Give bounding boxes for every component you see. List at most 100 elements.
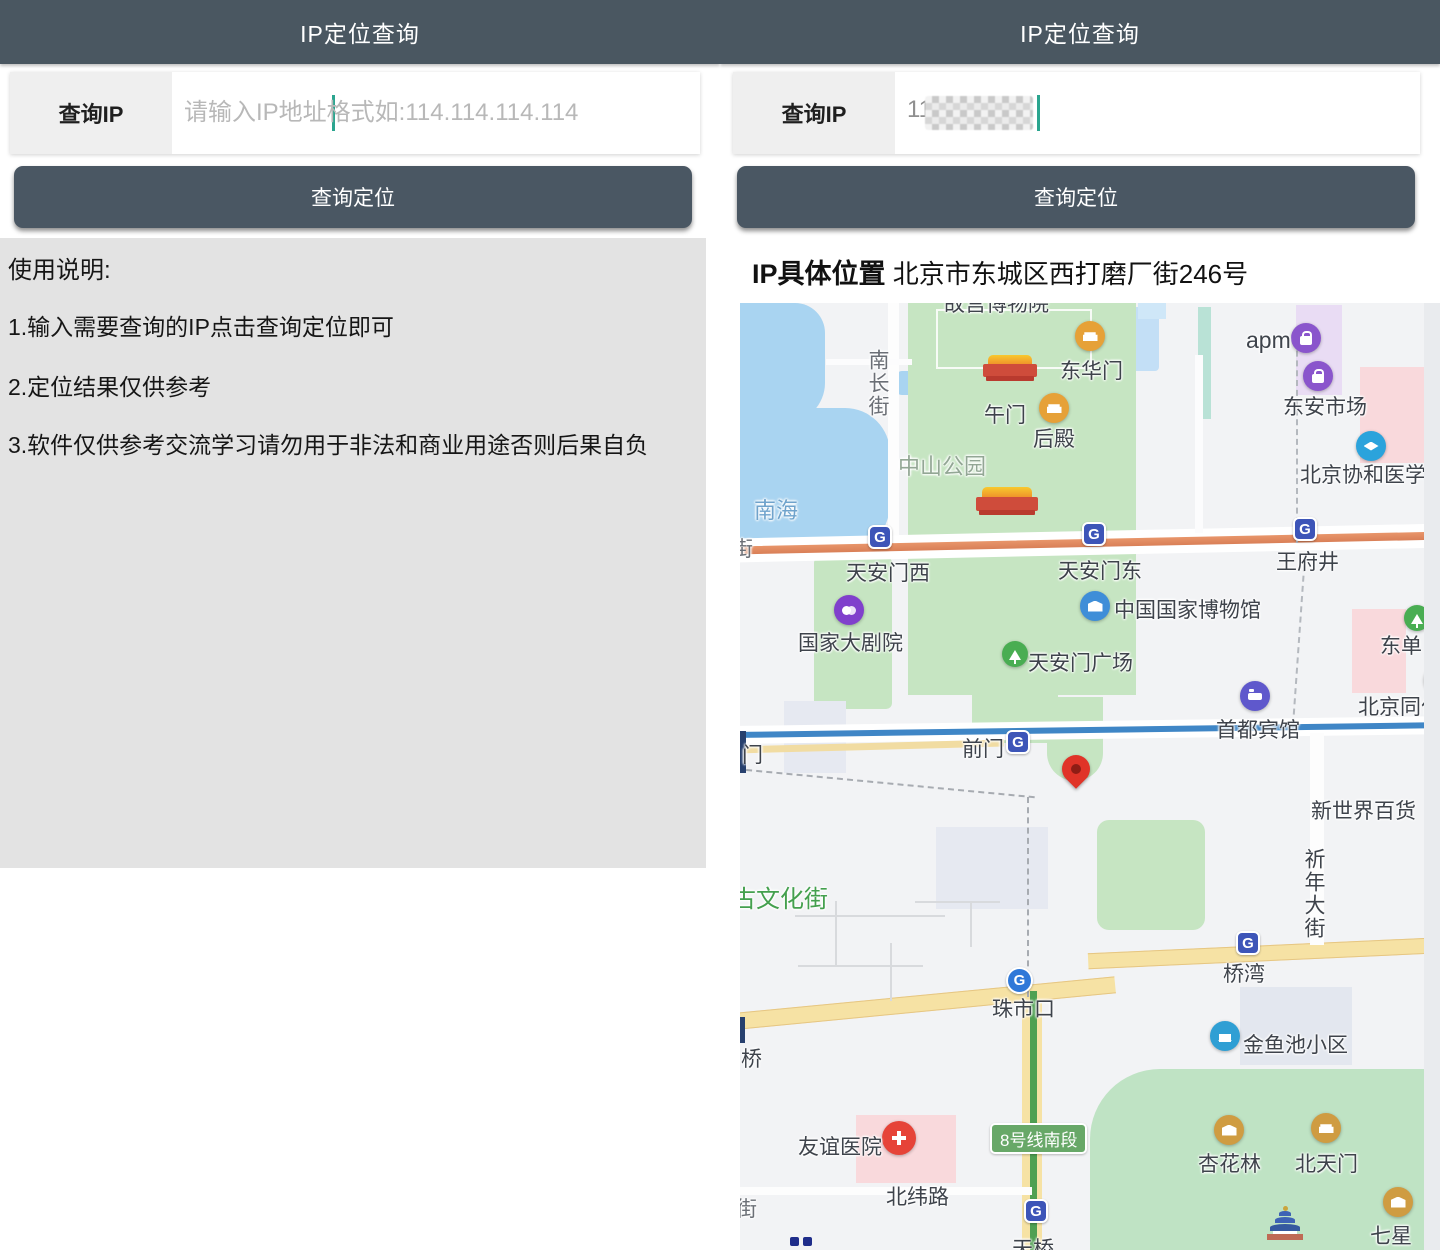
national-museum-icon	[1080, 591, 1110, 621]
capital-hotel-bed-icon	[1240, 681, 1270, 711]
map-label-street-partial-2: 街	[740, 1193, 757, 1223]
blurred-ip-value	[925, 96, 1033, 130]
hutong-line	[835, 901, 837, 965]
map-label-jinyuchi: 金鱼池小区	[1243, 1029, 1348, 1059]
hutong-line	[798, 965, 923, 967]
tiananmen-square-tree-icon	[1002, 641, 1028, 667]
map-label-donghuamen: 东华门	[1060, 355, 1123, 385]
left-ip-input[interactable]	[182, 72, 688, 154]
map-label-wangfujing: 王府井	[1276, 546, 1339, 576]
usage-title: 使用说明:	[8, 250, 111, 285]
map-label-qinian-street: 祈年大街	[1298, 848, 1328, 940]
map-label-guwenhuajie: 古文化街	[740, 879, 828, 914]
subway-icon-qianmen: G	[1006, 730, 1030, 754]
left-app-title: IP定位查询	[300, 15, 420, 49]
map-edge-strip	[1424, 303, 1440, 1250]
right-ip-field[interactable]: 11	[895, 72, 1420, 154]
map-view[interactable]: G G G G G G G 故宫博物院 东华门 南长街 中山公园 午门 后殿 南…	[740, 303, 1440, 1250]
map-label-tiananmen-square: 天安门广场	[1028, 647, 1133, 677]
line8-south-badge: 8号线南段	[990, 1123, 1087, 1154]
map-dot	[790, 1237, 799, 1246]
map-label-nanhai: 南海	[754, 493, 798, 525]
green-tiananmen-square	[972, 529, 1058, 743]
map-label-qixing: 七星	[1370, 1220, 1412, 1250]
subway-icon-tianqiao: G	[1024, 1199, 1048, 1223]
subway-icon-tiananmen-east: G	[1082, 522, 1106, 546]
map-label-nanchangjie: 南长街	[862, 349, 892, 418]
lake-zhongnanhai	[740, 303, 825, 423]
map-label-bridge-partial: 桥	[741, 1043, 762, 1073]
edge-bar-2	[740, 1017, 745, 1043]
wangfujing-street-dashed-n	[1296, 331, 1298, 543]
map-label-beitianmen: 北天门	[1295, 1148, 1358, 1178]
map-label-zhongshan-park: 中山公园	[898, 449, 986, 481]
map-label-beiweilu: 北纬路	[886, 1181, 949, 1211]
right-ip-input-row: 查询IP 11	[733, 72, 1420, 154]
wangfujing-street-dashed-s	[1292, 555, 1306, 725]
dongan-market-shopping-icon	[1303, 361, 1333, 391]
hutong-line	[915, 901, 1000, 903]
green-east-block	[1097, 820, 1205, 930]
tiananmen-gate-illustration	[976, 487, 1038, 515]
right-app-bar: IP定位查询	[720, 0, 1440, 64]
railway-dashed-b	[1027, 797, 1029, 997]
map-label-tianqiao: 天桥	[1012, 1233, 1054, 1250]
map-label-apm: apm	[1246, 327, 1291, 354]
left-ip-input-row: 查询IP	[10, 72, 700, 154]
hutong-line	[970, 901, 972, 947]
right-app-title: IP定位查询	[1020, 15, 1140, 49]
map-label-tiananmen-east: 天安门东	[1058, 555, 1142, 585]
subway-icon-qiaowan: G	[1236, 931, 1260, 955]
youyi-hospital-cross-icon	[882, 1121, 916, 1155]
wumen-gate-illustration	[983, 355, 1037, 381]
result-label: IP具体位置	[752, 259, 886, 289]
subway-icon-wangfujing: G	[1293, 517, 1317, 541]
usage-instructions: 使用说明: 1.输入需要查询的IP点击查询定位即可 2.定位结果仅供参考 3.软…	[0, 238, 706, 868]
map-label-zhushikou: 珠市口	[992, 993, 1055, 1023]
right-query-button[interactable]: 查询定位	[737, 166, 1415, 228]
left-query-button[interactable]: 查询定位	[14, 166, 692, 228]
left-app-bar: IP定位查询	[0, 0, 720, 64]
map-label-capital-hotel: 首都宾馆	[1216, 714, 1300, 744]
railway-dashed-a	[740, 768, 1035, 798]
map-label-street-partial-1: 街	[740, 533, 753, 563]
map-label-tiananmen-west: 天安门西	[846, 557, 930, 587]
result-line: IP具体位置 北京市东城区西打磨厂街246号	[752, 252, 1432, 291]
qixing-icon	[1383, 1187, 1413, 1217]
map-label-wumen: 午门	[984, 399, 1026, 429]
beitianmen-gate-icon	[1311, 1113, 1341, 1143]
map-label-houdian: 后殿	[1033, 423, 1075, 453]
subway-icon-zhushikou: G	[1006, 967, 1033, 994]
right-text-caret	[1037, 95, 1040, 131]
road-zhushikou-west	[740, 976, 1116, 1030]
map-label-xiehe-college: 北京协和医学院	[1300, 459, 1440, 489]
map-label-national-theatre: 国家大剧院	[798, 627, 903, 657]
usage-item-2: 2.定位结果仅供参考	[8, 368, 211, 402]
apm-shopping-icon	[1291, 323, 1321, 353]
road-minor-v	[1195, 355, 1203, 533]
water-small	[1138, 303, 1166, 319]
jinyuchi-house-icon	[1210, 1021, 1240, 1051]
map-label-gate-partial: 门	[742, 739, 763, 769]
map-label-qiaowan: 桥湾	[1223, 958, 1265, 988]
right-ip-label: 查询IP	[733, 72, 895, 154]
usage-item-1: 1.输入需要查询的IP点击查询定位即可	[8, 308, 394, 342]
map-label-palace: 故宫博物院	[944, 303, 1049, 318]
road-nanchang-street	[888, 303, 899, 535]
hutong-line	[795, 915, 945, 917]
usage-item-3: 3.软件仅供参考交流学习请勿用于非法和商业用途否则后果自负	[8, 426, 648, 460]
right-screenshot-panel: IP定位查询 查询IP 11 查询定位 IP具体位置 北京市东城区西打磨厂街24…	[720, 0, 1440, 1250]
temple-of-heaven-illustration	[1267, 1206, 1303, 1240]
result-address: 北京市东城区西打磨厂街246号	[893, 259, 1248, 289]
left-ip-field[interactable]	[172, 72, 700, 154]
subway-icon-tiananmen-west: G	[868, 525, 892, 549]
houdian-gate-icon	[1039, 393, 1069, 423]
map-dot	[803, 1237, 812, 1246]
left-ip-label: 查询IP	[10, 72, 172, 154]
hutong-line	[890, 943, 892, 1001]
donghuamen-gate-icon	[1075, 321, 1105, 351]
map-label-qianmen: 前门	[962, 733, 1004, 763]
map-label-youyi-hospital: 友谊医院	[798, 1131, 882, 1161]
left-screenshot-panel: IP定位查询 查询IP 查询定位 使用说明: 1.输入需要查询的IP点击查询定位…	[0, 0, 720, 1250]
map-label-dongan-market: 东安市场	[1283, 391, 1367, 421]
